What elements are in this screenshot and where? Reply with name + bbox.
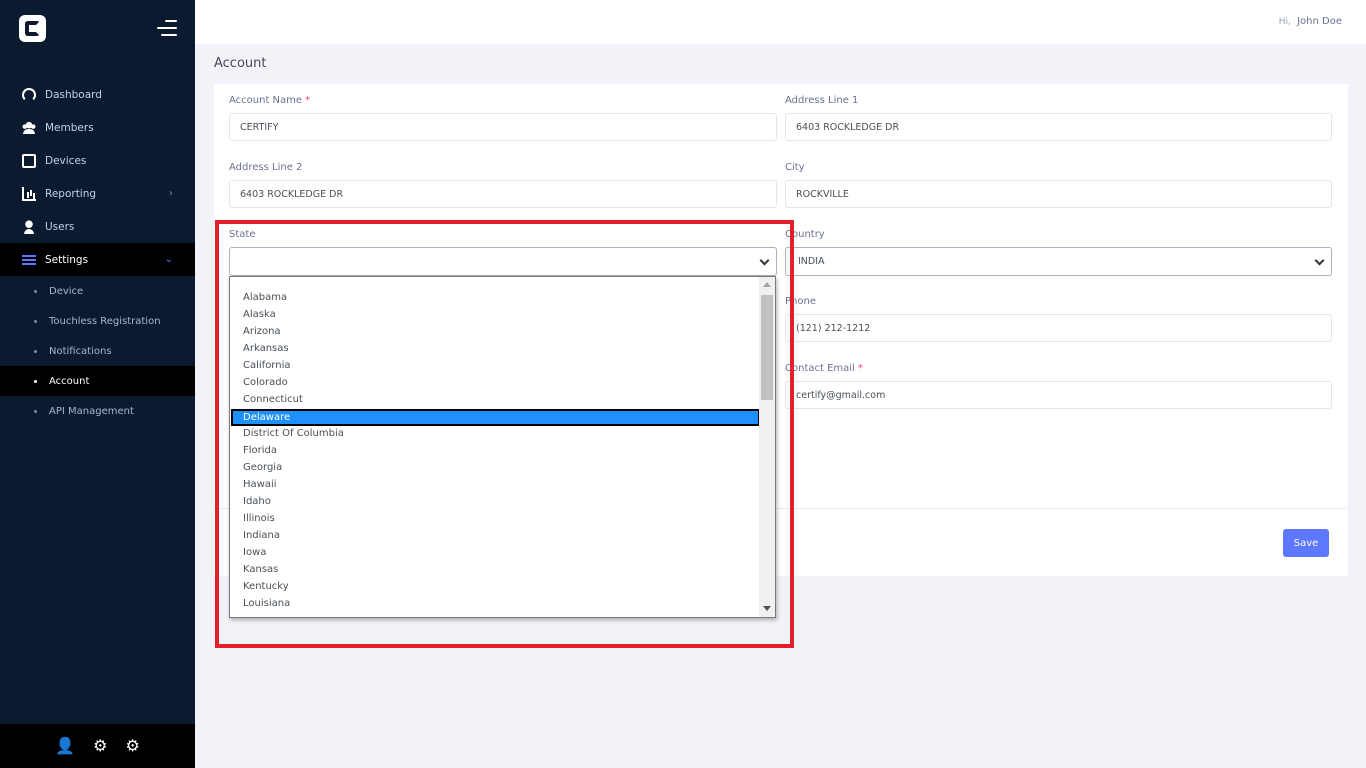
sidebar-item-dashboard[interactable]: Dashboard xyxy=(0,78,195,111)
sidebar-nav: Dashboard Members Devices Reporting › Us… xyxy=(0,78,195,426)
state-option[interactable]: Iowa xyxy=(243,544,266,561)
state-option[interactable]: Illinois xyxy=(243,510,275,527)
app-logo[interactable] xyxy=(19,15,46,42)
top-bar: Hi, John Doe xyxy=(195,0,1366,44)
address-line-1-label: Address Line 1 xyxy=(785,95,859,106)
account-name-input[interactable]: CERTIFY xyxy=(229,113,777,141)
contact-email-input[interactable]: certify@gmail.com xyxy=(785,381,1332,409)
sidebar-subitem-label: Notifications xyxy=(49,345,112,357)
state-select[interactable] xyxy=(229,247,777,276)
devices-icon xyxy=(22,153,36,168)
sidebar-item-devices[interactable]: Devices xyxy=(0,144,195,177)
sidebar-item-label: Reporting xyxy=(45,187,97,200)
sidebar-item-users[interactable]: Users xyxy=(0,210,195,243)
state-option[interactable]: Louisiana xyxy=(243,595,290,612)
city-input[interactable]: ROCKVILLE xyxy=(785,180,1332,208)
state-option[interactable]: Arkansas xyxy=(243,340,289,357)
sidebar-subitem-touchless-registration[interactable]: Touchless Registration xyxy=(0,306,195,336)
user-greeting[interactable]: Hi, John Doe xyxy=(1279,16,1342,27)
state-option[interactable]: Connecticut xyxy=(243,391,303,408)
state-option[interactable]: Kansas xyxy=(243,561,278,578)
users-icon xyxy=(22,219,36,234)
user-gear-icon[interactable]: 👤 xyxy=(55,738,75,754)
country-select[interactable]: INDIA xyxy=(785,247,1332,276)
sidebar: Dashboard Members Devices Reporting › Us… xyxy=(0,0,195,768)
address-line-2-label: Address Line 2 xyxy=(229,162,303,173)
city-label: City xyxy=(785,162,805,173)
gears-icon[interactable]: ⚙ xyxy=(93,738,107,754)
state-option[interactable]: Indiana xyxy=(243,527,280,544)
state-option[interactable]: Arizona xyxy=(243,323,281,340)
sidebar-subitem-label: API Management xyxy=(49,405,134,417)
greeting-prefix: Hi, xyxy=(1278,17,1291,27)
state-label: State xyxy=(229,229,256,240)
reporting-icon xyxy=(22,186,36,201)
account-name-label: Account Name * xyxy=(229,95,310,106)
contact-email-label: Contact Email * xyxy=(785,363,863,374)
menu-toggle-icon[interactable] xyxy=(157,20,177,36)
state-option[interactable]: Kentucky xyxy=(243,578,289,595)
required-marker: * xyxy=(305,95,311,106)
country-label: Country xyxy=(785,229,825,240)
chevron-down-icon xyxy=(759,255,770,266)
sidebar-subitem-account[interactable]: Account xyxy=(0,366,195,396)
state-dropdown-list[interactable]: Alabama Alaska Arizona Arkansas Californ… xyxy=(229,276,776,618)
sidebar-subitem-notifications[interactable]: Notifications xyxy=(0,336,195,366)
cog-icon[interactable]: ⚙ xyxy=(125,738,139,754)
chevron-right-icon: › xyxy=(169,188,173,199)
state-option-highlighted[interactable]: Delaware xyxy=(231,409,760,426)
page-title: Account xyxy=(214,56,267,71)
user-name: John Doe xyxy=(1297,16,1342,27)
sidebar-item-label: Users xyxy=(45,220,75,233)
chevron-down-icon xyxy=(1314,255,1325,266)
sidebar-item-settings[interactable]: Settings ⌄ xyxy=(0,243,195,276)
sidebar-footer: 👤 ⚙ ⚙ xyxy=(0,724,195,768)
sidebar-item-members[interactable]: Members xyxy=(0,111,195,144)
sidebar-subitem-device[interactable]: Device xyxy=(0,276,195,306)
members-icon xyxy=(22,120,36,135)
state-option[interactable]: California xyxy=(243,357,291,374)
dropdown-scrollbar[interactable] xyxy=(759,277,775,617)
sidebar-subitem-label: Device xyxy=(49,285,84,297)
state-option[interactable]: Idaho xyxy=(243,493,271,510)
phone-label: Phone xyxy=(785,296,816,307)
required-marker: * xyxy=(857,363,863,374)
save-button[interactable]: Save xyxy=(1283,529,1329,557)
sidebar-item-reporting[interactable]: Reporting › xyxy=(0,177,195,210)
label-text: Account Name xyxy=(229,95,303,106)
dashboard-icon xyxy=(22,87,36,102)
sidebar-item-label: Devices xyxy=(45,154,87,167)
state-option[interactable]: Hawaii xyxy=(243,476,277,493)
chevron-down-icon: ⌄ xyxy=(164,254,173,265)
state-option[interactable]: Florida xyxy=(243,442,277,459)
sidebar-subitem-api-management[interactable]: API Management xyxy=(0,396,195,426)
sidebar-subitem-label: Touchless Registration xyxy=(49,315,161,327)
sidebar-item-label: Members xyxy=(45,121,94,134)
sidebar-item-label: Settings xyxy=(45,253,89,266)
state-option[interactable]: District Of Columbia xyxy=(243,425,344,442)
settings-icon xyxy=(22,252,36,267)
country-select-value: INDIA xyxy=(798,256,825,267)
label-text: Contact Email xyxy=(785,363,855,374)
state-option[interactable]: Alaska xyxy=(243,306,276,323)
state-option[interactable]: Colorado xyxy=(243,374,288,391)
scroll-down-arrow-icon[interactable] xyxy=(763,606,771,611)
address-line-1-input[interactable]: 6403 ROCKLEDGE DR xyxy=(785,113,1332,141)
state-option[interactable]: Alabama xyxy=(243,289,287,306)
sidebar-subitem-label: Account xyxy=(49,375,90,387)
address-line-2-input[interactable]: 6403 ROCKLEDGE DR xyxy=(229,180,777,208)
scrollbar-thumb[interactable] xyxy=(761,295,773,400)
scroll-up-arrow-icon[interactable] xyxy=(763,282,771,287)
sidebar-item-label: Dashboard xyxy=(45,88,102,101)
state-option[interactable]: Georgia xyxy=(243,459,282,476)
phone-input[interactable]: (121) 212-1212 xyxy=(785,314,1332,342)
